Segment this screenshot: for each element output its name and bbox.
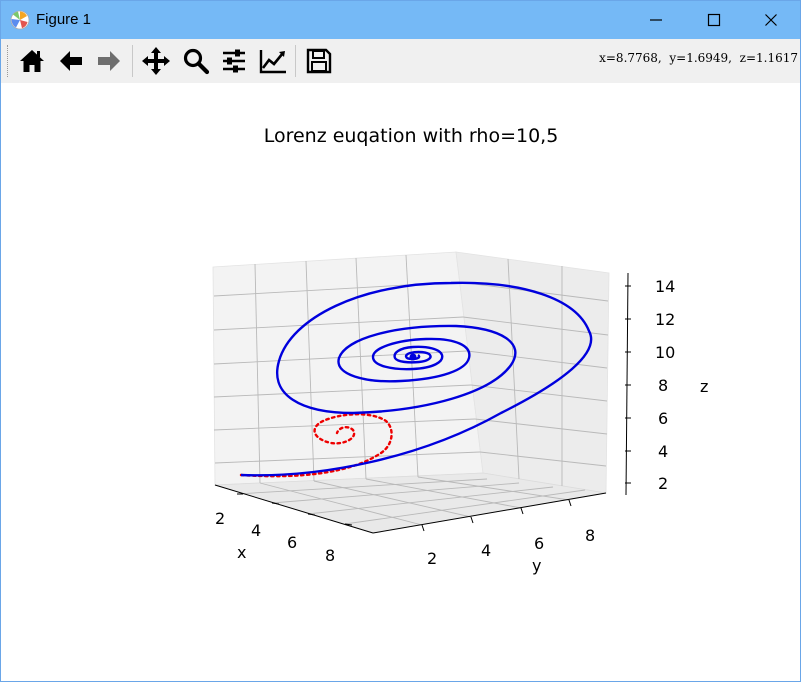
y-axis-label: y bbox=[532, 556, 541, 575]
y-tick-label: 8 bbox=[585, 526, 595, 545]
x-axis-label: x bbox=[237, 543, 246, 562]
window-title: Figure 1 bbox=[36, 11, 92, 28]
z-axis-label: z bbox=[700, 377, 708, 396]
minimize-button[interactable] bbox=[627, 1, 685, 39]
z-tick-label: 4 bbox=[658, 442, 668, 461]
x-tick-label: 2 bbox=[215, 509, 225, 528]
figure-window: Figure 1 x=8.7768, y=1.6949, z=1.1617 Lo… bbox=[0, 0, 801, 682]
z-tick-label: 12 bbox=[655, 310, 675, 329]
toolbar-separator bbox=[132, 45, 133, 77]
matplotlib-app-icon bbox=[10, 10, 30, 30]
edit-axis-button[interactable] bbox=[256, 44, 290, 78]
z-axis-line bbox=[625, 272, 629, 496]
maximize-button[interactable] bbox=[685, 1, 743, 39]
y-tick-label: 2 bbox=[427, 549, 437, 568]
z-tick-label: 10 bbox=[655, 343, 675, 362]
configure-subplots-icon bbox=[223, 49, 245, 73]
y-tick-label: 6 bbox=[534, 534, 544, 553]
title-bar[interactable]: Figure 1 bbox=[1, 1, 800, 39]
toolbar-separator bbox=[295, 45, 296, 77]
back-left-pane bbox=[212, 251, 484, 486]
save-button[interactable] bbox=[302, 44, 336, 78]
z-tick-label: 14 bbox=[655, 277, 675, 296]
y-tick-label: 4 bbox=[481, 541, 491, 560]
maximize-icon bbox=[707, 13, 721, 27]
minimize-icon bbox=[650, 19, 662, 21]
cursor-coordinates: x=8.7768, y=1.6949, z=1.1617 bbox=[599, 51, 798, 65]
close-button[interactable] bbox=[742, 1, 800, 39]
back-arrow-icon bbox=[60, 51, 82, 71]
spiral-center-marker bbox=[409, 353, 417, 361]
figure-canvas[interactable]: Lorenz euqation with rho=10,5 2 4 6 8 x … bbox=[1, 83, 800, 681]
home-button[interactable] bbox=[15, 44, 49, 78]
zoom-icon bbox=[183, 48, 210, 75]
pan-button[interactable] bbox=[139, 44, 173, 78]
toolbar-grip bbox=[7, 45, 10, 77]
x-tick-label: 6 bbox=[287, 533, 297, 552]
configure-subplots-button[interactable] bbox=[217, 44, 251, 78]
edit-axis-icon bbox=[259, 50, 286, 74]
x-tick-label: 4 bbox=[251, 521, 261, 540]
close-icon bbox=[765, 14, 777, 26]
axes-3d[interactable]: 2 4 6 8 x 2 4 6 8 y 14 12 10 8 6 4 2 z bbox=[1, 83, 800, 681]
back-button[interactable] bbox=[54, 44, 88, 78]
z-tick-label: 8 bbox=[658, 376, 668, 395]
pan-icon bbox=[142, 47, 170, 75]
x-tick-label: 8 bbox=[325, 546, 335, 565]
forward-button[interactable] bbox=[92, 44, 126, 78]
save-icon bbox=[306, 48, 332, 74]
z-tick-label: 6 bbox=[658, 409, 668, 428]
home-icon bbox=[20, 50, 44, 72]
forward-arrow-icon bbox=[98, 51, 120, 71]
z-tick-label: 2 bbox=[658, 474, 668, 493]
zoom-button[interactable] bbox=[179, 44, 213, 78]
